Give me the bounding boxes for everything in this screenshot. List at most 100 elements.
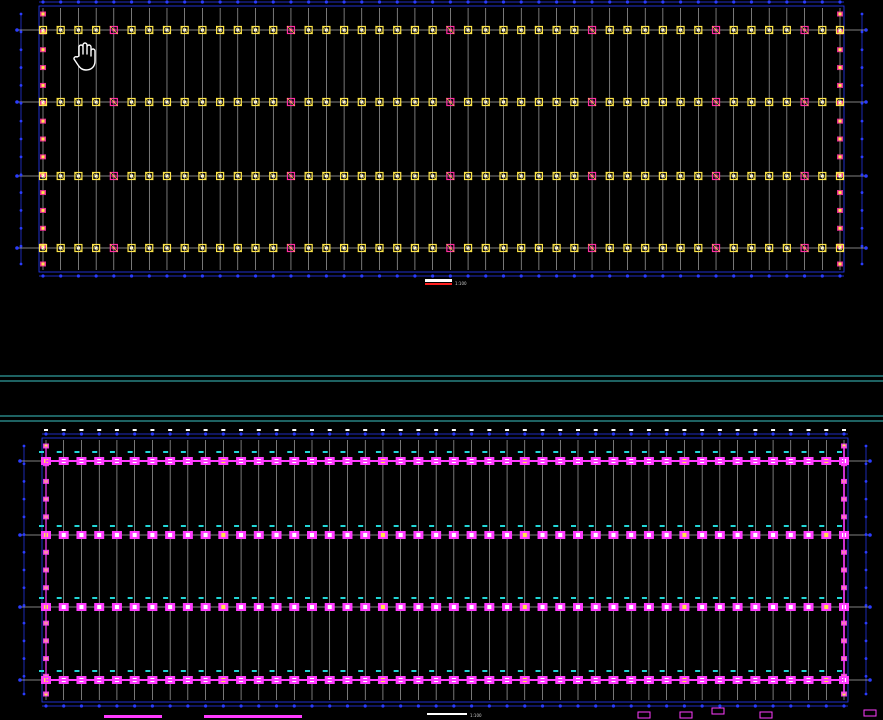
column-stub (345, 605, 350, 609)
dimension-tick (274, 432, 279, 436)
dimension-tick (767, 274, 771, 278)
foundation-tag (411, 525, 417, 527)
dimension-tick (236, 274, 240, 278)
dimension-tick (324, 274, 328, 278)
dimension-tick (466, 274, 470, 278)
axis-bubble (18, 605, 22, 609)
gable-column-core (41, 226, 45, 230)
dimension-tick (413, 0, 417, 4)
column-stub (629, 605, 634, 609)
foundation-tag (588, 670, 594, 672)
column-stub (79, 605, 84, 609)
dimension-tick (860, 209, 864, 212)
foundation-tag (393, 451, 399, 453)
foundation-tag (748, 670, 754, 672)
dimension-tick (864, 568, 868, 572)
dimension-tick (594, 432, 598, 436)
dimension-tick (785, 274, 789, 278)
foundation-tag (819, 597, 825, 599)
column-stub (806, 605, 811, 609)
dimension-tick (643, 274, 647, 278)
dimension-tick (753, 432, 757, 436)
foundation-tag (322, 451, 328, 453)
column-stub (434, 605, 439, 609)
gable-column-core (838, 83, 842, 87)
foundation-tag (801, 597, 807, 599)
dimension-tick (431, 274, 435, 278)
foundation-tag (287, 525, 293, 527)
cad-drawing-canvas[interactable]: 1:100 1:100 (0, 0, 883, 720)
dimension-tick (749, 274, 754, 278)
dimension-tick (363, 432, 367, 436)
dimension-tick (860, 30, 864, 34)
canvas-background (0, 0, 883, 720)
dimension-tick (307, 0, 311, 4)
dimension-tick (381, 432, 385, 436)
column-stub (363, 605, 368, 609)
foundation-tag (375, 670, 381, 672)
dimension-tick (168, 704, 172, 708)
dimension-tick (860, 226, 864, 230)
column-stub (203, 605, 208, 609)
dimension-tick (700, 704, 704, 708)
foundation-tag (500, 525, 506, 527)
foundation-tag (748, 597, 754, 599)
axis-bubble (15, 100, 19, 104)
foundation-tag (74, 670, 80, 672)
foundation-tag (56, 451, 62, 453)
dimension-tick (860, 101, 864, 105)
foundation-tag (553, 670, 559, 672)
gable-column-core (41, 208, 45, 212)
column-stub (664, 533, 669, 537)
dimension-tick (864, 657, 868, 660)
column-stub (61, 605, 66, 609)
foundation-tag (109, 670, 115, 672)
dimension-tick (22, 533, 26, 536)
dimension-tick (452, 432, 456, 436)
gable-column-core (838, 12, 842, 16)
legend-bar (204, 715, 302, 718)
foundation-tag (535, 451, 541, 453)
foundation-tag (56, 597, 62, 599)
column-stub (771, 533, 776, 537)
foundation-tag (446, 451, 452, 453)
dimension-tick (19, 66, 23, 69)
dimension-tick (345, 704, 350, 708)
foundation-tag (766, 597, 772, 599)
foundation-tag (588, 525, 594, 527)
foundation-tag (234, 670, 240, 672)
dimension-tick (377, 0, 382, 4)
column-stub (735, 605, 740, 609)
column-stub (97, 533, 102, 537)
axis-number-mark (593, 429, 598, 431)
dimension-tick (860, 173, 864, 177)
axis-number-mark (700, 429, 705, 431)
axis-number-mark (221, 429, 226, 431)
dimension-tick (147, 0, 151, 4)
foundation-tag (482, 670, 488, 672)
axis-number-mark (487, 429, 492, 431)
foundation-tag (500, 670, 506, 672)
foundation-tag (305, 525, 310, 527)
dimension-tick (19, 84, 23, 87)
dimension-tick (150, 704, 154, 708)
dimension-tick (838, 274, 842, 278)
foundation-tag (216, 597, 222, 599)
axis-number-mark (771, 429, 776, 431)
dimension-tick (395, 0, 399, 4)
dimension-tick (165, 274, 169, 278)
foundation-tag (677, 597, 683, 599)
dimension-tick (572, 0, 576, 4)
dimension-tick (785, 0, 789, 4)
dimension-tick (22, 692, 26, 696)
column-stub (576, 605, 580, 609)
foundation-tag (39, 597, 44, 599)
dimension-tick (307, 274, 311, 278)
dimension-tick (97, 704, 101, 708)
foundation-tag (766, 525, 772, 527)
axis-bubble (864, 174, 868, 178)
foundation-tag (358, 525, 364, 527)
dimension-tick (434, 432, 438, 436)
foundation-tag (322, 670, 328, 672)
gable-column-core (838, 137, 842, 141)
